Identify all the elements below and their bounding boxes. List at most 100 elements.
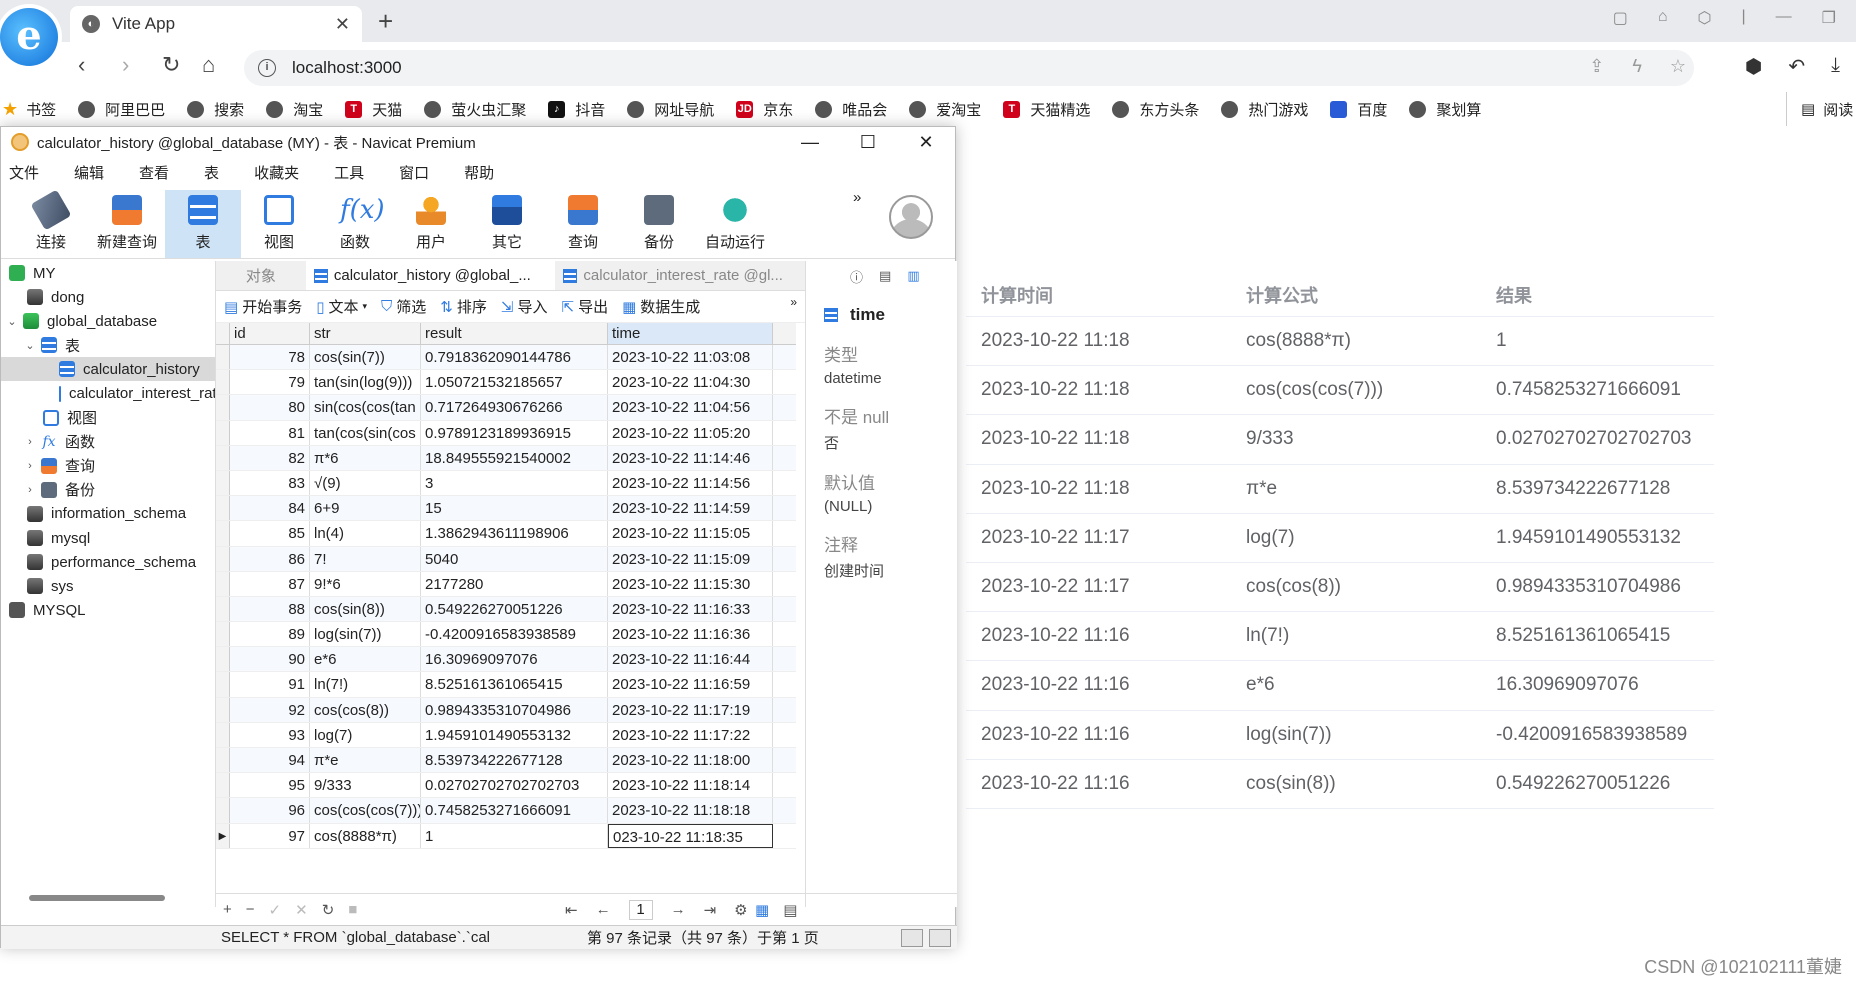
cell-id[interactable]: 85	[230, 521, 310, 546]
cell-time[interactable]: 2023-10-22 11:04:30	[608, 370, 773, 395]
import-button[interactable]: ⇲ 导入	[501, 296, 548, 317]
delete-record-icon[interactable]: −	[246, 901, 255, 919]
tree-item-my[interactable]: MY	[1, 261, 215, 285]
first-page-icon[interactable]: ⇤	[565, 901, 578, 919]
menu-window[interactable]: 窗口	[399, 162, 429, 183]
cell-time[interactable]: 2023-10-22 11:16:59	[608, 672, 773, 697]
table-row[interactable]: 79 tan(sin(log(9))) 1.050721532185657 2023-…	[216, 370, 796, 396]
page-number-input[interactable]: 1	[628, 899, 653, 920]
chevron-right-icon[interactable]: ›	[23, 484, 37, 496]
tree-item-calculator-history[interactable]: calculator_history	[1, 357, 215, 382]
cell-result[interactable]: 0.549226270051226	[421, 596, 608, 622]
chevron-right-icon[interactable]: ›	[23, 436, 37, 448]
cell-str[interactable]: sin(cos(cos(tan	[310, 395, 421, 420]
table-row[interactable]: 84 6+9 15 2023-10-22 11:14:59	[216, 496, 796, 522]
cell-time[interactable]: 2023-10-22 11:14:46	[608, 445, 773, 470]
table-row[interactable]: 92 cos(cos(8)) 0.9894335310704986 2023-10-2…	[216, 697, 796, 723]
tree-item-global-database[interactable]: ⌄ global_database	[1, 309, 215, 333]
menu-view[interactable]: 查看	[139, 162, 169, 183]
filter-button[interactable]: ⛉ 筛选	[381, 296, 426, 317]
menu-table[interactable]: 表	[204, 162, 219, 183]
table-row[interactable]: 95 9/333 0.02702702702702703 2023-10-22 11:…	[216, 773, 796, 799]
cell-time[interactable]: 2023-10-22 11:15:09	[608, 546, 773, 571]
table-row[interactable]: 83 √(9) 3 2023-10-22 11:14:56	[216, 470, 796, 497]
export-button[interactable]: ⇱ 导出	[561, 296, 608, 317]
table-row[interactable]: 82 π*6 18.849555921540002 2023-10-22 11:14:…	[216, 445, 796, 471]
cell-str[interactable]: cos(sin(8))	[310, 596, 421, 622]
cell-id[interactable]: 80	[230, 395, 310, 420]
cell-id[interactable]: 84	[230, 496, 310, 521]
tree-item-mysql-connection[interactable]: MYSQL	[1, 598, 215, 622]
ribbon-query-button[interactable]: 查询	[545, 190, 621, 258]
cell-time[interactable]: 2023-10-22 11:16:36	[608, 622, 773, 647]
begin-transaction-button[interactable]: ▤ 开始事务	[224, 296, 302, 317]
lightning-icon[interactable]: ϟ	[1632, 56, 1642, 77]
tree-item-views[interactable]: 视图	[1, 406, 215, 430]
cell-result[interactable]: 15	[421, 496, 608, 521]
bookmark-item[interactable]: 爱淘宝	[909, 99, 981, 120]
cell-result[interactable]: 0.7918362090144786	[421, 345, 608, 370]
cell-result[interactable]: 0.717264930676266	[421, 395, 608, 420]
cell-time[interactable]: 2023-10-22 11:03:08	[608, 345, 773, 370]
cell-result[interactable]: 1	[421, 823, 608, 848]
site-info-icon[interactable]: i	[258, 59, 276, 77]
cell-id[interactable]: 90	[230, 647, 310, 672]
cell-time[interactable]: 2023-10-22 11:14:56	[608, 470, 773, 496]
apply-icon[interactable]: ✓	[269, 901, 282, 919]
cell-str[interactable]: e*6	[310, 647, 421, 672]
home-icon[interactable]: ⌂	[202, 52, 215, 78]
tree-item-dong[interactable]: dong	[1, 285, 215, 309]
tree-item-calculator-interest-rate[interactable]: calculator_interest_rate	[1, 381, 215, 405]
cell-str[interactable]: tan(cos(sin(cos	[310, 420, 421, 445]
row-selector[interactable]	[216, 445, 230, 470]
cell-str[interactable]: 9/333	[310, 773, 421, 798]
maximize-icon[interactable]: ❐	[1822, 8, 1836, 28]
share-icon[interactable]: ⇪	[1589, 56, 1604, 77]
cell-result[interactable]: 8.525161361065415	[421, 672, 608, 697]
table-row[interactable]: ▶ 97 cos(8888*π) 1 023-10-22 11:18:35	[216, 823, 796, 849]
tree-item-functions[interactable]: › fx 函数	[1, 430, 215, 454]
close-icon[interactable]: ✕	[897, 127, 955, 157]
column-header-time[interactable]: time	[608, 323, 773, 344]
minimize-icon[interactable]: —	[781, 127, 839, 157]
row-selector[interactable]	[216, 571, 230, 596]
cell-result[interactable]: 0.02702702702702703	[421, 773, 608, 798]
favorite-star-icon[interactable]: ☆	[1670, 56, 1686, 77]
ribbon-automation-button[interactable]: 自动运行	[697, 190, 773, 258]
data-generation-button[interactable]: ▦ 数据生成	[622, 296, 700, 317]
column-header-str[interactable]: str	[310, 323, 421, 344]
extensions-icon[interactable]: ⬡	[1698, 8, 1712, 28]
chevron-down-icon[interactable]: ⌄	[23, 339, 37, 352]
table-row[interactable]: 78 cos(sin(7)) 0.7918362090144786 2023-10-2…	[216, 345, 796, 371]
bookmark-item[interactable]: 阿里巴巴	[78, 99, 165, 120]
cell-time[interactable]: 2023-10-22 11:16:44	[608, 647, 773, 672]
ribbon-more-icon[interactable]: »	[853, 189, 861, 206]
cell-id[interactable]: 79	[230, 370, 310, 395]
ddl-icon[interactable]: ▤	[879, 268, 891, 284]
table-row[interactable]: 94 π*e 8.539734222677128 2023-10-22 11:18:0…	[216, 748, 796, 774]
cell-str[interactable]: 9!*6	[310, 571, 421, 596]
cell-id[interactable]: 86	[230, 546, 310, 571]
row-selector[interactable]	[216, 345, 230, 370]
cell-time[interactable]: 2023-10-22 11:17:19	[608, 697, 773, 722]
ribbon-function-button[interactable]: f(x) 函数	[317, 190, 393, 258]
cell-str[interactable]: π*6	[310, 445, 421, 470]
bookmark-item[interactable]: ♪ 抖音	[548, 99, 605, 120]
ribbon-new-query-button[interactable]: 新建查询	[89, 190, 165, 258]
cell-result[interactable]: 0.7458253271666091	[421, 798, 608, 823]
cell-result[interactable]: 1.050721532185657	[421, 370, 608, 395]
games-icon[interactable]: ⌂	[1658, 8, 1668, 28]
toggle-right-panel-icon[interactable]	[929, 928, 951, 947]
tree-item-sys[interactable]: sys	[1, 574, 215, 598]
row-selector[interactable]	[216, 647, 230, 672]
add-record-icon[interactable]: +	[223, 901, 232, 919]
menu-tools[interactable]: 工具	[334, 162, 364, 183]
next-page-icon[interactable]: →	[671, 901, 686, 918]
bookmark-item[interactable]: T 天猫精选	[1003, 99, 1090, 120]
table-row[interactable]: 85 ln(4) 1.3862943611198906 2023-10-22 11:1…	[216, 521, 796, 547]
cell-id[interactable]: 89	[230, 622, 310, 647]
cell-result[interactable]: -0.4200916583938589	[421, 622, 608, 647]
cell-result[interactable]: 18.849555921540002	[421, 445, 608, 470]
cell-time[interactable]: 2023-10-22 11:15:30	[608, 571, 773, 596]
prev-page-icon[interactable]: ←	[596, 901, 611, 918]
